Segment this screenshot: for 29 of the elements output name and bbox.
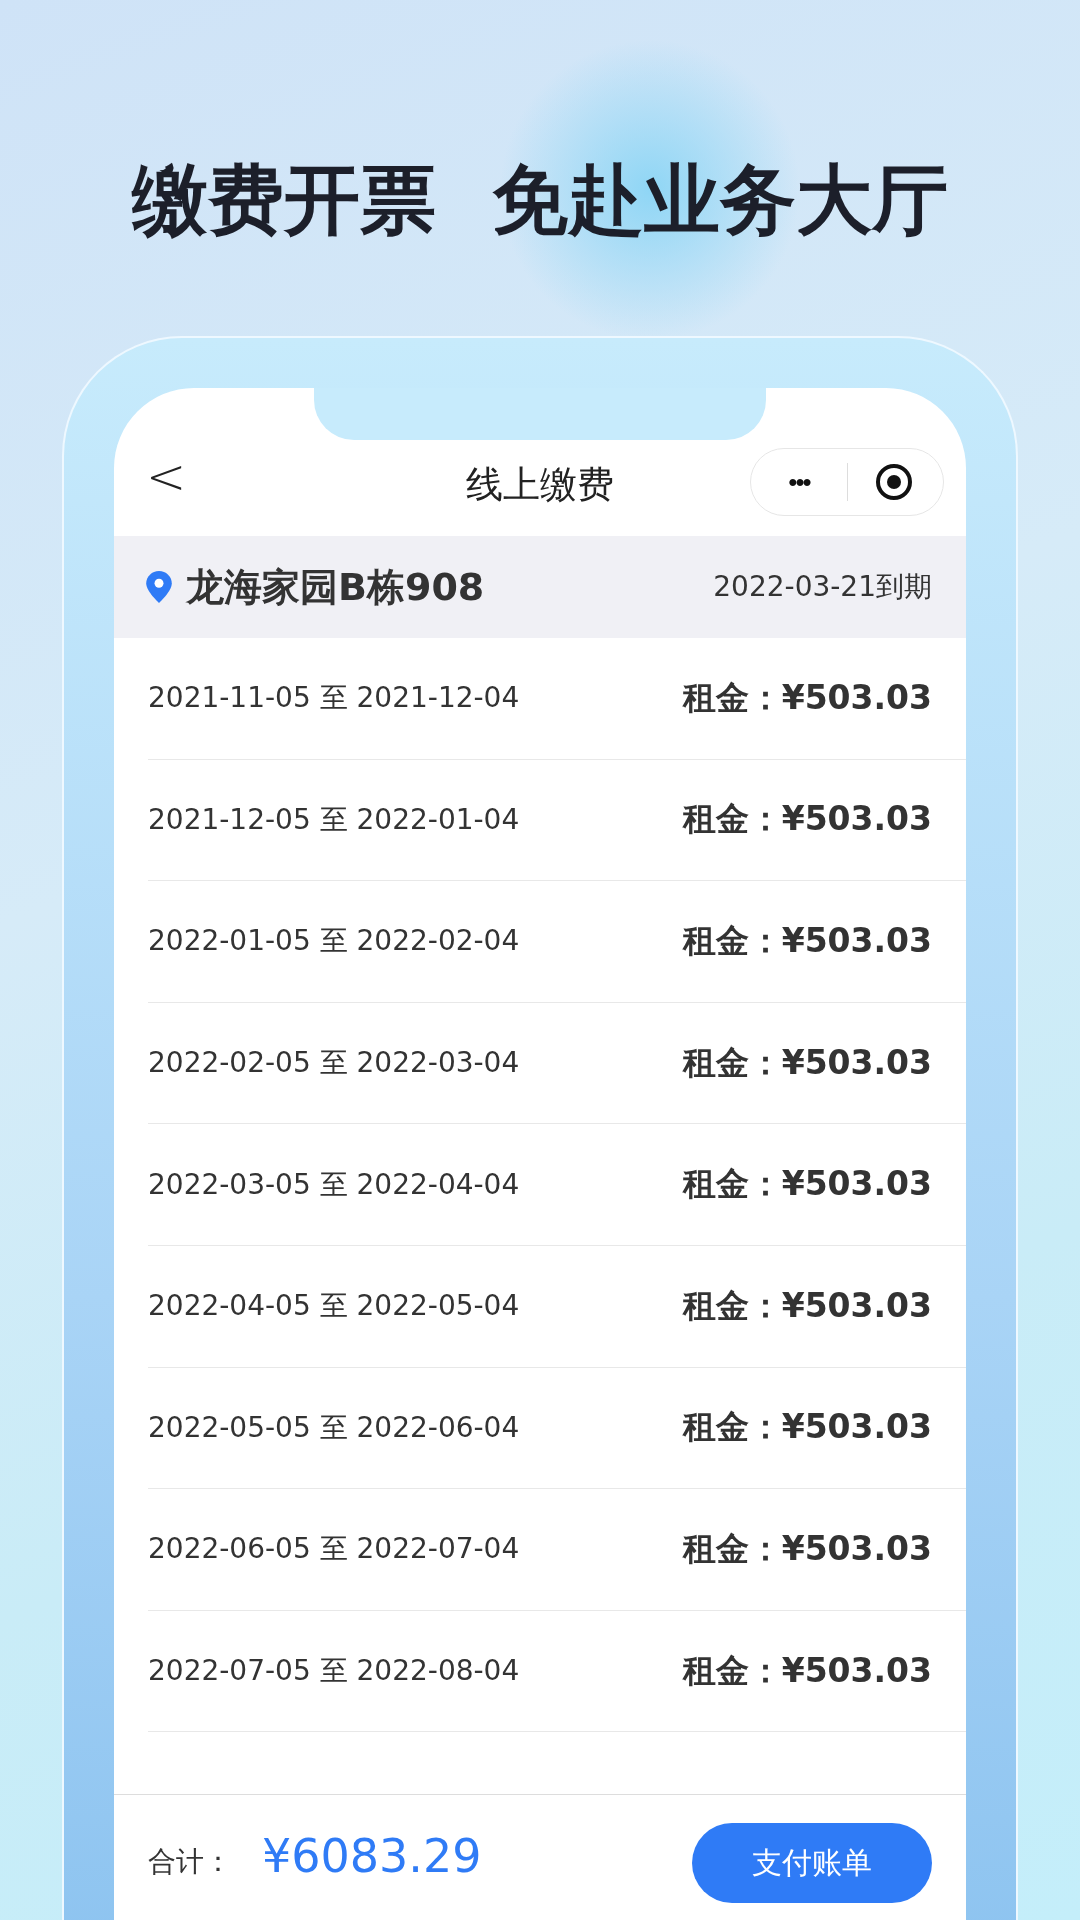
period-text: 2022-07-05 至 2022-08-04 [148,1653,520,1690]
amount-text: 租金：¥503.03 [682,920,932,962]
period-text: 2022-02-05 至 2022-03-04 [148,1045,520,1082]
period-text: 2021-12-05 至 2022-01-04 [148,801,520,838]
total-label: 合计： [148,1844,232,1880]
amount-text: 租金：¥503.03 [682,798,932,841]
amount-text: 租金：¥503.03 [682,1649,932,1692]
period-text: 2022-05-05 至 2022-06-04 [148,1409,520,1446]
pay-button[interactable]: 支付账单 [692,1823,932,1903]
amount-text: 租金：¥503.03 [682,1527,932,1570]
amount-text: 租金：¥503.03 [682,1406,932,1449]
total-amount: ¥6083.29 [262,1829,482,1883]
amount-text: 租金：¥503.03 [682,676,932,719]
period-text: 2022-04-05 至 2022-05-04 [148,1288,520,1325]
period-text: 2022-03-05 至 2022-04-04 [148,1166,520,1203]
back-button[interactable]: < [138,448,195,504]
due-date-text: 2022-03-21到期 [713,569,932,605]
page-title: 线上缴费 [466,462,614,508]
period-text: 2022-06-05 至 2022-07-04 [148,1531,520,1568]
headline-text: 缴费开票 [132,154,436,246]
more-button[interactable]: ••• [751,466,847,498]
amount-text: 租金：¥503.03 [682,1041,932,1084]
amount-text: 租金：¥503.03 [682,1163,932,1206]
address-text: 龙海家园B栋908 [186,563,485,611]
amount-text: 租金：¥503.03 [682,1284,932,1327]
period-text: 2022-01-05 至 2022-02-04 [148,923,520,960]
period-text: 2021-11-05 至 2021-12-04 [148,680,520,717]
headline-text: 免赴业务大厅 [492,154,948,246]
location-pin-icon [146,571,172,603]
